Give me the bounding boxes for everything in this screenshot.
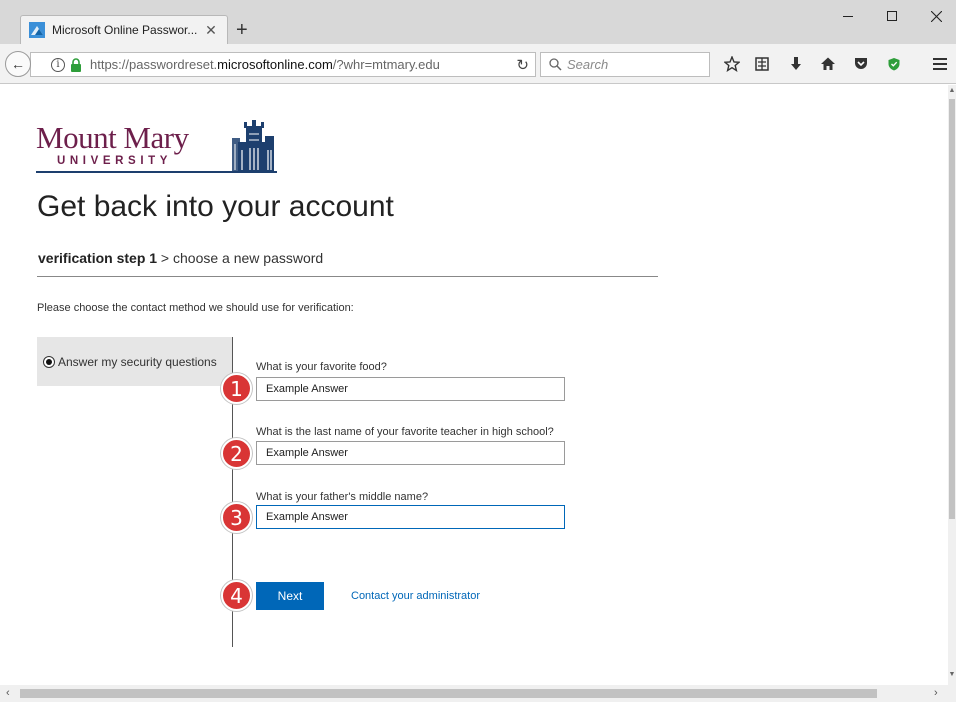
current-step: verification step 1 [38,250,158,266]
scroll-down-icon[interactable]: ▼ [948,671,956,678]
contact-administrator-link[interactable]: Contact your administrator [351,590,480,602]
maximize-button[interactable] [870,0,914,32]
scroll-right-icon[interactable]: › [934,687,938,699]
search-icon [549,58,562,71]
tower-building-icon [232,120,274,172]
question-3-label: What is your father's middle name? [256,491,429,503]
search-placeholder: Search [567,57,609,72]
url-host: microsoftonline.com [217,57,333,72]
step-badge-3: 3 [221,502,252,533]
question-1-label: What is your favorite food? [256,361,387,373]
horizontal-scrollbar[interactable]: ‹ › [0,685,948,702]
tab-title: Microsoft Online Passwor... [52,23,198,37]
page-content: Mount Mary UNIVERSITY Get back into your… [0,85,948,685]
minimize-icon [843,15,853,17]
close-window-button[interactable] [914,0,956,32]
question-2-answer-input[interactable] [256,441,565,465]
lock-icon [71,57,81,72]
page-title: Get back into your account [37,190,394,223]
reload-icon[interactable]: ↻ [516,56,529,74]
method-option-security-questions[interactable]: Answer my security questions [37,337,233,386]
next-button[interactable]: Next [256,582,324,610]
minimize-button[interactable] [826,0,870,32]
step-separator: > [157,250,174,266]
url-bar[interactable]: i https://passwordreset. microsoftonline.… [30,52,536,77]
vertical-scrollbar[interactable]: ▲ ▼ [948,85,956,685]
browser-titlebar: Microsoft Online Passwor... ✕ + [0,0,956,44]
microsoft-favicon-icon [29,22,45,38]
step-badge-1: 1 [221,373,252,404]
url-suffix: /?whr=mtmary.edu [332,57,440,72]
step-badge-4: 4 [221,580,252,611]
method-option-label: Answer my security questions [58,354,217,369]
new-tab-button[interactable]: + [236,20,248,40]
instructions-text: Please choose the contact method we shou… [37,302,354,314]
university-logo: Mount Mary UNIVERSITY [36,120,281,180]
close-icon [930,10,942,22]
question-2-label: What is the last name of your favorite t… [256,426,554,438]
method-radio[interactable] [43,355,55,368]
breadcrumb: verification step 1 > choose a new passw… [38,250,323,266]
scrollbar-corner [948,685,956,702]
browser-tab[interactable]: Microsoft Online Passwor... ✕ [20,15,228,44]
search-bar[interactable]: Search [540,52,710,77]
scroll-left-icon[interactable]: ‹ [6,687,10,699]
download-icon[interactable] [786,54,806,74]
info-icon[interactable]: i [51,57,65,72]
horizontal-scroll-thumb[interactable] [20,689,877,698]
step-badge-2: 2 [221,438,252,469]
logo-subtitle: UNIVERSITY [57,155,173,167]
tab-close-icon[interactable]: ✕ [203,22,219,39]
url-prefix: https://passwordreset. [90,57,218,72]
question-1-answer-input[interactable] [256,377,565,401]
reading-list-icon[interactable] [752,54,772,74]
back-button[interactable]: ← [5,51,31,77]
logo-underline [36,171,277,173]
menu-icon[interactable] [930,54,950,74]
back-arrow-icon: ← [11,56,25,72]
shield-icon[interactable] [884,54,904,74]
steps-divider [37,276,658,277]
browser-navbar: i https://passwordreset. microsoftonline.… [0,44,956,84]
question-3-answer-input[interactable] [256,505,565,529]
radio-selected-dot [46,358,52,365]
star-icon[interactable] [722,54,742,74]
logo-name: Mount Mary [36,120,189,155]
vertical-scroll-thumb[interactable] [949,99,955,519]
pocket-icon[interactable] [851,54,871,74]
next-step: choose a new password [173,250,324,266]
maximize-icon [887,11,897,21]
scroll-up-icon[interactable]: ▲ [948,87,956,94]
home-icon[interactable] [818,54,838,74]
